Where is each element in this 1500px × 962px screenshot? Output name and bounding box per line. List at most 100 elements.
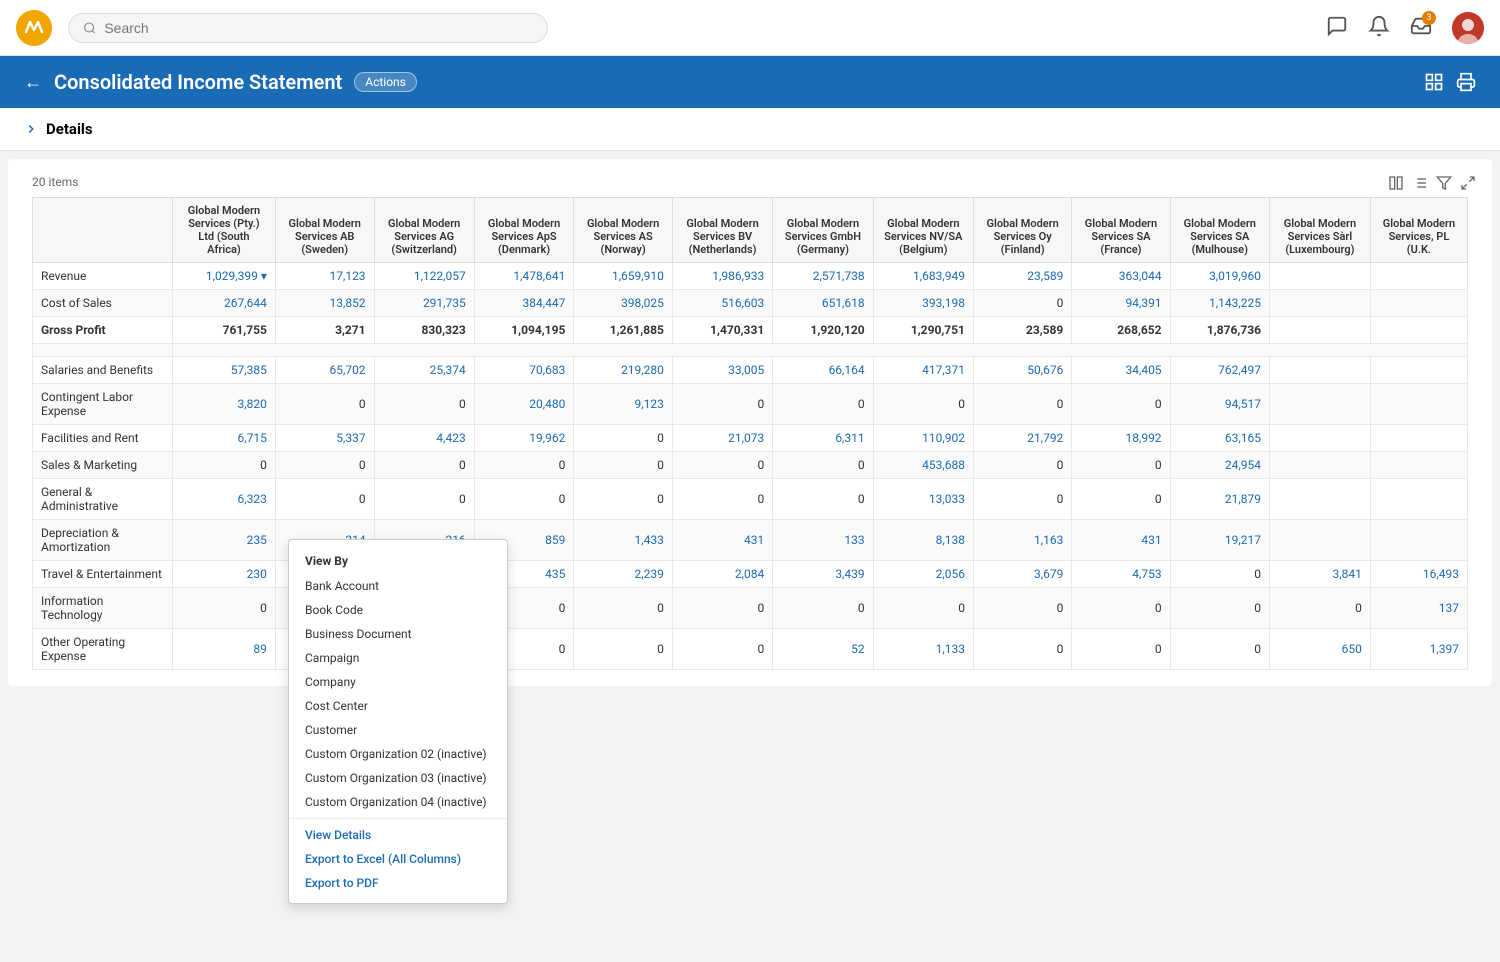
cell[interactable]: 393,198 — [873, 290, 973, 317]
cell[interactable]: 1,397 — [1370, 629, 1467, 670]
logo[interactable] — [16, 10, 52, 46]
cell[interactable]: 1,433 — [574, 520, 673, 561]
cell[interactable]: 3,679 — [973, 561, 1071, 588]
cell[interactable]: 21,073 — [672, 425, 772, 452]
cell[interactable]: 235 — [173, 520, 276, 561]
cell[interactable]: 1,683,949 — [873, 263, 973, 290]
cell[interactable]: 65,702 — [275, 357, 374, 384]
cell[interactable]: 2,056 — [873, 561, 973, 588]
cell[interactable]: 3,019,960 — [1170, 263, 1269, 290]
cell[interactable]: 70,683 — [474, 357, 574, 384]
list-icon[interactable] — [1412, 175, 1428, 191]
cell[interactable]: 2,239 — [574, 561, 673, 588]
cell[interactable]: 2,084 — [672, 561, 772, 588]
search-input[interactable] — [104, 20, 533, 36]
notification-icon-wrapper[interactable] — [1368, 15, 1390, 41]
dropdown-action-export-pdf[interactable]: Export to PDF — [289, 871, 507, 895]
cell[interactable]: 23,589 — [973, 263, 1071, 290]
cell[interactable]: 3,841 — [1270, 561, 1371, 588]
cell[interactable]: 94,391 — [1072, 290, 1170, 317]
cell[interactable]: 291,735 — [374, 290, 474, 317]
cell[interactable]: 398,025 — [574, 290, 673, 317]
cell[interactable]: 9,123 — [574, 384, 673, 425]
dropdown-item-bank-account[interactable]: Bank Account — [289, 574, 507, 598]
cell[interactable]: 13,033 — [873, 479, 973, 520]
cell[interactable]: 20,480 — [474, 384, 574, 425]
cell[interactable]: 13,852 — [275, 290, 374, 317]
cell[interactable]: 762,497 — [1170, 357, 1269, 384]
cell[interactable]: 52 — [773, 629, 873, 670]
dropdown-item-custom-org-04[interactable]: Custom Organization 04 (inactive) — [289, 790, 507, 814]
cell[interactable]: 1,163 — [973, 520, 1071, 561]
dropdown-item-custom-org-03[interactable]: Custom Organization 03 (inactive) — [289, 766, 507, 790]
cell[interactable]: 8,138 — [873, 520, 973, 561]
cell[interactable]: 89 — [173, 629, 276, 670]
cell[interactable]: 6,715 — [173, 425, 276, 452]
cell[interactable]: 50,676 — [973, 357, 1071, 384]
cell[interactable]: 5,337 — [275, 425, 374, 452]
cell[interactable]: 94,517 — [1170, 384, 1269, 425]
cell[interactable]: 6,323 — [173, 479, 276, 520]
cell[interactable]: 66,164 — [773, 357, 873, 384]
cell[interactable]: 431 — [1072, 520, 1170, 561]
cell[interactable]: 21,792 — [973, 425, 1071, 452]
cell[interactable]: 137 — [1370, 588, 1467, 629]
cell[interactable]: 17,123 — [275, 263, 374, 290]
cell[interactable]: 133 — [773, 520, 873, 561]
cell[interactable]: 516,603 — [672, 290, 772, 317]
cell[interactable]: 453,688 — [873, 452, 973, 479]
cell[interactable]: 33,005 — [672, 357, 772, 384]
print-icon[interactable] — [1456, 72, 1476, 92]
cell[interactable]: 3,439 — [773, 561, 873, 588]
cell[interactable]: 3,820 — [173, 384, 276, 425]
cell[interactable]: 1,986,933 — [672, 263, 772, 290]
dropdown-item-cost-center[interactable]: Cost Center — [289, 694, 507, 718]
search-bar[interactable] — [68, 13, 548, 43]
cell[interactable]: 18,992 — [1072, 425, 1170, 452]
cell[interactable]: 267,644 — [173, 290, 276, 317]
cell[interactable]: 63,165 — [1170, 425, 1269, 452]
cell[interactable]: 650 — [1270, 629, 1371, 670]
cell[interactable]: 2,571,738 — [773, 263, 873, 290]
cell[interactable]: 230 — [173, 561, 276, 588]
actions-button[interactable]: Actions — [354, 72, 417, 92]
cell[interactable]: 1,133 — [873, 629, 973, 670]
cell[interactable]: 1,029,399 ▾ — [173, 263, 276, 290]
cell[interactable]: 16,493 — [1370, 561, 1467, 588]
cell[interactable]: 651,618 — [773, 290, 873, 317]
cell[interactable]: 110,902 — [873, 425, 973, 452]
back-button[interactable]: ← — [24, 72, 42, 93]
cell[interactable]: 417,371 — [873, 357, 973, 384]
cell[interactable]: 4,423 — [374, 425, 474, 452]
cell[interactable]: 21,879 — [1170, 479, 1269, 520]
dropdown-item-company[interactable]: Company — [289, 670, 507, 694]
dropdown-action-view-details[interactable]: View Details — [289, 823, 507, 847]
cell[interactable]: 25,374 — [374, 357, 474, 384]
cell[interactable]: 219,280 — [574, 357, 673, 384]
dropdown-item-campaign[interactable]: Campaign — [289, 646, 507, 670]
cell[interactable]: 1,659,910 — [574, 263, 673, 290]
cell[interactable]: 24,954 — [1170, 452, 1269, 479]
details-toggle[interactable]: Details — [24, 120, 1476, 138]
columns-icon[interactable] — [1388, 175, 1404, 191]
cell[interactable]: 19,962 — [474, 425, 574, 452]
dropdown-item-custom-org-02[interactable]: Custom Organization 02 (inactive) — [289, 742, 507, 766]
chat-icon-wrapper[interactable] — [1326, 15, 1348, 41]
grid-icon[interactable] — [1424, 72, 1444, 92]
cell[interactable]: 57,385 — [173, 357, 276, 384]
inbox-icon-wrapper[interactable]: 3 — [1410, 15, 1432, 41]
dropdown-item-business-document[interactable]: Business Document — [289, 622, 507, 646]
dropdown-item-book-code[interactable]: Book Code — [289, 598, 507, 622]
cell[interactable]: 1,122,057 — [374, 263, 474, 290]
user-avatar[interactable] — [1452, 12, 1484, 44]
cell[interactable]: 431 — [672, 520, 772, 561]
cell[interactable]: 6,311 — [773, 425, 873, 452]
cell[interactable]: 1,478,641 — [474, 263, 574, 290]
cell[interactable]: 1,143,225 — [1170, 290, 1269, 317]
cell[interactable]: 384,447 — [474, 290, 574, 317]
cell[interactable]: 363,044 — [1072, 263, 1170, 290]
filter-icon[interactable] — [1436, 175, 1452, 191]
cell[interactable]: 34,405 — [1072, 357, 1170, 384]
dropdown-action-export-excel[interactable]: Export to Excel (All Columns) — [289, 847, 507, 871]
expand-icon[interactable] — [1460, 175, 1476, 191]
